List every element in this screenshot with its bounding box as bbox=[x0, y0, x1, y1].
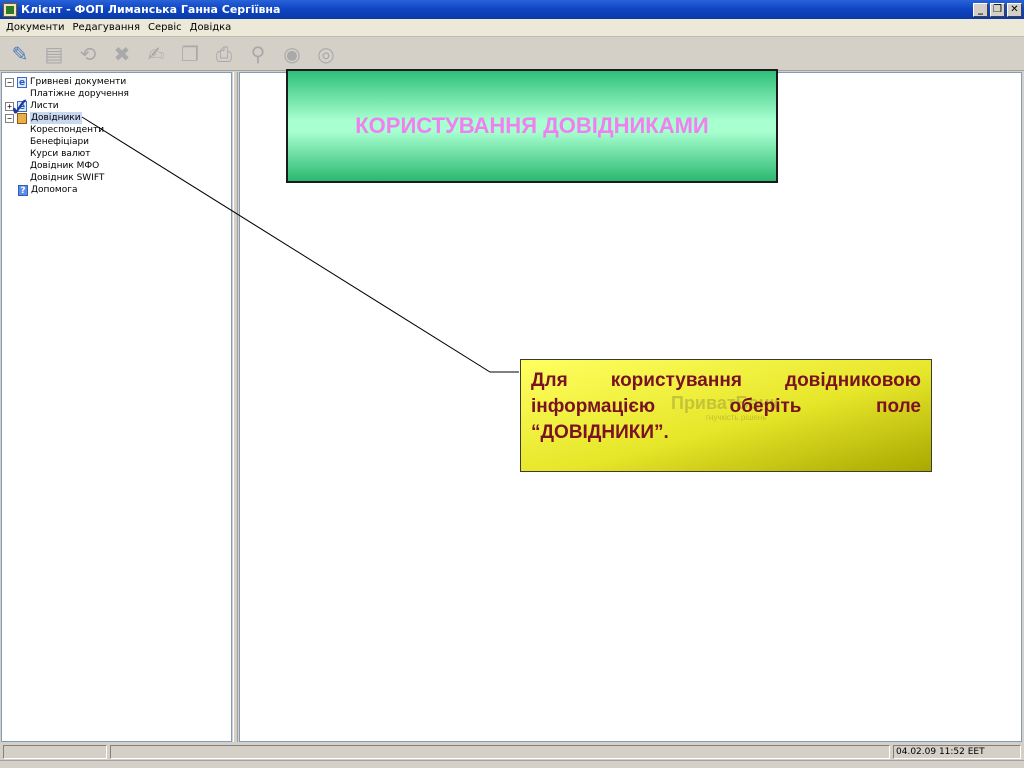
search-icon[interactable]: ⚲ bbox=[244, 40, 272, 68]
tree-item-mfo-directory[interactable]: Довідник МФО bbox=[30, 160, 99, 172]
panel-splitter[interactable] bbox=[233, 72, 238, 742]
document-icon[interactable]: ▤ bbox=[40, 40, 68, 68]
taskbar-strip bbox=[0, 760, 1024, 768]
collapse-icon[interactable]: − bbox=[5, 77, 14, 87]
tree-item-label: Довідник SWIFT bbox=[30, 173, 105, 183]
toolbar: ✎ ▤ ⟲ ✖ ✍ ❐ ⎙ ⚲ ◉ ◎ bbox=[0, 37, 1024, 71]
navigation-tree: − e Гривневі документи Платіжне дорученн… bbox=[1, 72, 232, 742]
tree-item-swift-directory[interactable]: Довідник SWIFT bbox=[30, 172, 104, 184]
send-icon[interactable]: ◉ bbox=[278, 40, 306, 68]
document-icon: e bbox=[17, 76, 27, 88]
title-banner: КОРИСТУВАННЯ ДОВІДНИКАМИ bbox=[286, 69, 778, 183]
tree-item-label: Кореспонденти bbox=[30, 125, 105, 135]
refresh-icon[interactable]: ⟲ bbox=[74, 40, 102, 68]
tree-item-label: Гривневі документи bbox=[30, 77, 127, 87]
tree-item-label: Листи bbox=[30, 101, 59, 111]
tree-item-label: Платіжне доручення bbox=[30, 89, 129, 99]
tree-item-label: Довідник МФО bbox=[30, 161, 100, 171]
sign-icon[interactable]: ✍ bbox=[142, 40, 170, 68]
tree-item-payment-order[interactable]: Платіжне доручення bbox=[30, 88, 129, 100]
restore-button[interactable]: ❐ bbox=[990, 2, 1005, 17]
tree-item-hryvnia-documents[interactable]: − e Гривневі документи bbox=[5, 76, 126, 88]
window-title-bar[interactable]: Клієнт - ФОП Лиманська Ганна Сергіївна _… bbox=[0, 0, 1024, 19]
callout-text: Для користування довідниковою інформаціє… bbox=[531, 370, 921, 443]
minimize-button[interactable]: _ bbox=[973, 2, 988, 17]
banner-title: КОРИСТУВАННЯ ДОВІДНИКАМИ bbox=[355, 113, 709, 138]
copy-icon[interactable]: ❐ bbox=[176, 40, 204, 68]
tree-item-exchange-rates[interactable]: Курси валют bbox=[30, 148, 90, 160]
tree-item-beneficiaries[interactable]: Бенефіціари bbox=[30, 136, 89, 148]
window-title: Клієнт - ФОП Лиманська Ганна Сергіївна bbox=[21, 3, 281, 16]
app-icon bbox=[3, 2, 17, 17]
status-bar: 04.02.09 11:52 EET bbox=[0, 744, 1024, 760]
print-icon[interactable]: ⎙ bbox=[210, 40, 238, 68]
menu-edit[interactable]: Редагування bbox=[68, 22, 144, 33]
checkmark-icon: ✓ bbox=[9, 93, 31, 123]
tree-item-label: Довідники bbox=[30, 112, 82, 124]
tree-item-label: Курси валют bbox=[30, 149, 91, 159]
close-button[interactable]: ✕ bbox=[1007, 2, 1022, 17]
tree-item-correspondents[interactable]: Кореспонденти bbox=[30, 124, 104, 136]
tree-item-label: Допомога bbox=[31, 185, 78, 195]
menu-service[interactable]: Сервіс bbox=[144, 22, 186, 33]
help-icon: ? bbox=[18, 184, 28, 196]
status-datetime: 04.02.09 11:52 EET bbox=[893, 745, 1021, 759]
menu-help[interactable]: Довідка bbox=[186, 22, 236, 33]
instruction-callout: ПриватБанк гнучкість рішень Для користув… bbox=[520, 359, 932, 472]
status-cell-2 bbox=[110, 745, 890, 759]
edit-icon[interactable]: ✎ bbox=[6, 40, 34, 68]
status-cell-1 bbox=[3, 745, 107, 759]
menu-bar: Документи Редагування Сервіс Довідка bbox=[0, 19, 1024, 37]
receive-icon[interactable]: ◎ bbox=[312, 40, 340, 68]
tree-item-help[interactable]: ? Допомога bbox=[18, 184, 77, 196]
menu-documents[interactable]: Документи bbox=[2, 22, 68, 33]
tree-item-label: Бенефіціари bbox=[30, 137, 90, 147]
delete-icon[interactable]: ✖ bbox=[108, 40, 136, 68]
